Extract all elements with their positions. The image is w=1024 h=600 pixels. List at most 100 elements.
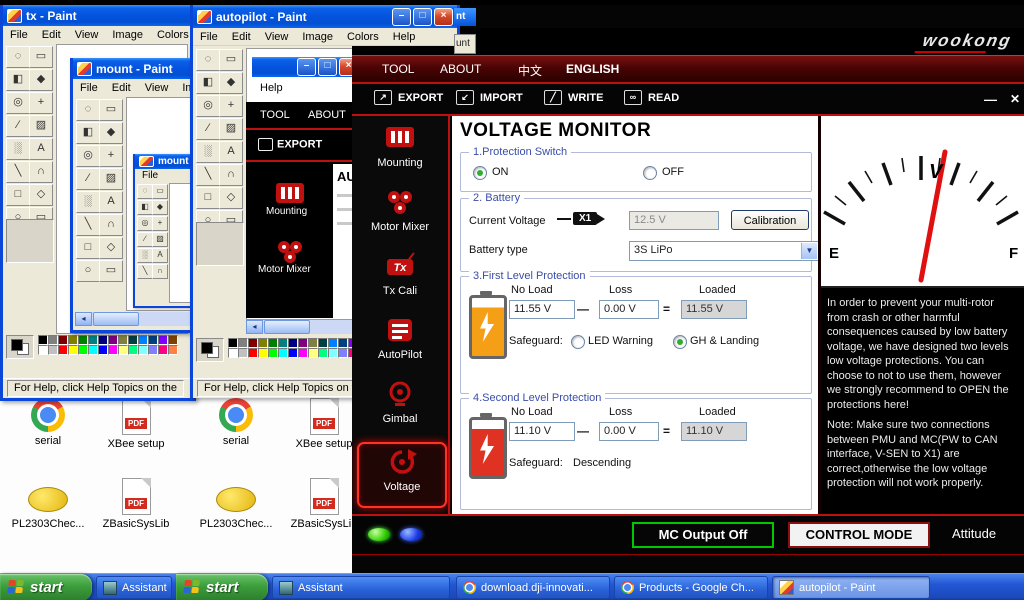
paint-tool-button[interactable]: ◌: [137, 184, 153, 199]
paint-tool-button[interactable]: A: [219, 141, 243, 163]
paint-tool-button[interactable]: ◌: [76, 99, 100, 121]
color-swatch[interactable]: [288, 348, 298, 358]
read-button[interactable]: READ: [624, 90, 679, 105]
color-swatch[interactable]: [108, 335, 118, 345]
menu-tool[interactable]: TOOL: [382, 62, 414, 76]
color-swatch[interactable]: [98, 345, 108, 355]
color-swatch[interactable]: [268, 338, 278, 348]
menu-view[interactable]: View: [138, 81, 176, 95]
color-swatch[interactable]: [228, 348, 238, 358]
calibration-button[interactable]: Calibration: [731, 210, 809, 230]
menu-help[interactable]: Help: [386, 30, 423, 44]
loss-field[interactable]: 0.00 V: [599, 422, 659, 441]
scroll-thumb[interactable]: [93, 312, 139, 326]
menu-lang-english[interactable]: ENGLISH: [566, 62, 619, 76]
current-colors-indicator[interactable]: [6, 335, 34, 359]
sidebar-item-mounting[interactable]: Mounting: [357, 120, 443, 182]
paint-tool-button[interactable]: ◇: [219, 187, 243, 209]
paint-tool-button[interactable]: ◧: [137, 200, 153, 215]
sidebar-item-gimbal[interactable]: Gimbal: [357, 376, 443, 438]
color-swatch[interactable]: [278, 338, 288, 348]
sidebar-item-tx-cali[interactable]: Tx Tx Cali: [357, 248, 443, 310]
color-swatch[interactable]: [268, 348, 278, 358]
menu-file[interactable]: File: [73, 81, 105, 95]
color-swatch[interactable]: [128, 345, 138, 355]
color-swatch[interactable]: [298, 338, 308, 348]
paint-tool-button[interactable]: ◎: [196, 95, 220, 117]
desktop-icon-pl2303chec-[interactable]: PL2303Chec...: [194, 478, 278, 558]
menu-file[interactable]: File: [193, 30, 225, 44]
color-swatch[interactable]: [258, 338, 268, 348]
desktop-icon-zbasicsyslib[interactable]: PDFZBasicSysLib: [94, 478, 178, 558]
color-swatch[interactable]: [48, 345, 58, 355]
paint-tool-button[interactable]: ∕: [6, 115, 30, 137]
color-swatch[interactable]: [138, 345, 148, 355]
color-swatch[interactable]: [38, 335, 48, 345]
paint-tool-button[interactable]: ◆: [29, 69, 53, 91]
paint-tool-button[interactable]: ▨: [99, 168, 123, 190]
paint-tool-button[interactable]: ◎: [137, 216, 153, 231]
desktop-icon-pl2303chec-[interactable]: PL2303Chec...: [6, 478, 90, 558]
paint-tool-button[interactable]: ◎: [6, 92, 30, 114]
paint-tool-button[interactable]: ◧: [76, 122, 100, 144]
paint-tool-button[interactable]: A: [152, 248, 168, 263]
color-swatch[interactable]: [118, 345, 128, 355]
import-button[interactable]: IMPORT: [456, 90, 523, 105]
menu-edit[interactable]: Edit: [35, 28, 68, 42]
paint-tool-button[interactable]: ░: [196, 141, 220, 163]
titlebar-autopilot[interactable]: autopilot - Paint – □ ×: [193, 5, 457, 28]
paint-tool-button[interactable]: ◧: [196, 72, 220, 94]
close-button[interactable]: ×: [434, 8, 453, 26]
paint-tool-button[interactable]: ◇: [29, 184, 53, 206]
paint-tool-button[interactable]: ∩: [152, 264, 168, 279]
sidebar-item-voltage[interactable]: Voltage: [357, 442, 447, 508]
mc-output-button[interactable]: MC Output Off: [632, 522, 774, 548]
minimize-button[interactable]: –: [392, 8, 411, 26]
minimize-button[interactable]: —: [984, 92, 997, 107]
menu-edit[interactable]: Edit: [225, 30, 258, 44]
color-swatch[interactable]: [248, 348, 258, 358]
desktop-icon-xbee-setup[interactable]: PDFXBee setup: [94, 398, 178, 478]
color-swatch[interactable]: [68, 335, 78, 345]
color-swatch[interactable]: [318, 348, 328, 358]
color-swatch[interactable]: [168, 345, 178, 355]
paint-tool-button[interactable]: ╲: [76, 214, 100, 236]
close-button[interactable]: ✕: [1010, 92, 1020, 106]
color-swatch[interactable]: [58, 335, 68, 345]
color-swatch[interactable]: [108, 345, 118, 355]
paint-tool-button[interactable]: ░: [76, 191, 100, 213]
paint-tool-button[interactable]: ◧: [6, 69, 30, 91]
taskbar-item-products-google[interactable]: Products - Google Ch...: [614, 576, 768, 599]
color-swatch[interactable]: [78, 345, 88, 355]
color-swatch[interactable]: [38, 345, 48, 355]
color-swatch[interactable]: [248, 338, 258, 348]
radio-led-warning[interactable]: [571, 335, 585, 349]
paint-tool-button[interactable]: ◇: [99, 237, 123, 259]
tool-options-panel[interactable]: [6, 219, 54, 263]
sidebar-item-autopilot[interactable]: AutoPilot: [357, 312, 443, 374]
paint-tool-button[interactable]: □: [6, 184, 30, 206]
menu-file[interactable]: File: [3, 28, 35, 42]
start-button-1[interactable]: start: [0, 574, 92, 600]
color-swatch[interactable]: [88, 335, 98, 345]
paint-tool-button[interactable]: ▭: [29, 46, 53, 68]
paint-tool-button[interactable]: ▭: [152, 184, 168, 199]
color-swatch[interactable]: [288, 338, 298, 348]
menu-colors[interactable]: Colors: [150, 28, 193, 42]
paint-tool-button[interactable]: ▨: [219, 118, 243, 140]
color-swatch[interactable]: [298, 348, 308, 358]
paint-tool-button[interactable]: ╲: [137, 264, 153, 279]
menu-file[interactable]: File: [135, 169, 165, 182]
color-swatch[interactable]: [258, 348, 268, 358]
color-swatch[interactable]: [88, 345, 98, 355]
paint-tool-button[interactable]: ▭: [99, 260, 123, 282]
color-swatch[interactable]: [338, 338, 348, 348]
current-colors-indicator[interactable]: [196, 338, 224, 362]
taskbar-item-assistant-1[interactable]: Assistant: [96, 576, 172, 599]
paint-tool-button[interactable]: +: [219, 95, 243, 117]
menu-image[interactable]: Image: [105, 28, 150, 42]
start-button-2[interactable]: start: [176, 574, 268, 600]
paint-tool-button[interactable]: ∩: [99, 214, 123, 236]
menu-lang-chinese[interactable]: 中文: [518, 62, 542, 79]
sidebar-item-motor-mixer[interactable]: Motor Mixer: [357, 184, 443, 246]
